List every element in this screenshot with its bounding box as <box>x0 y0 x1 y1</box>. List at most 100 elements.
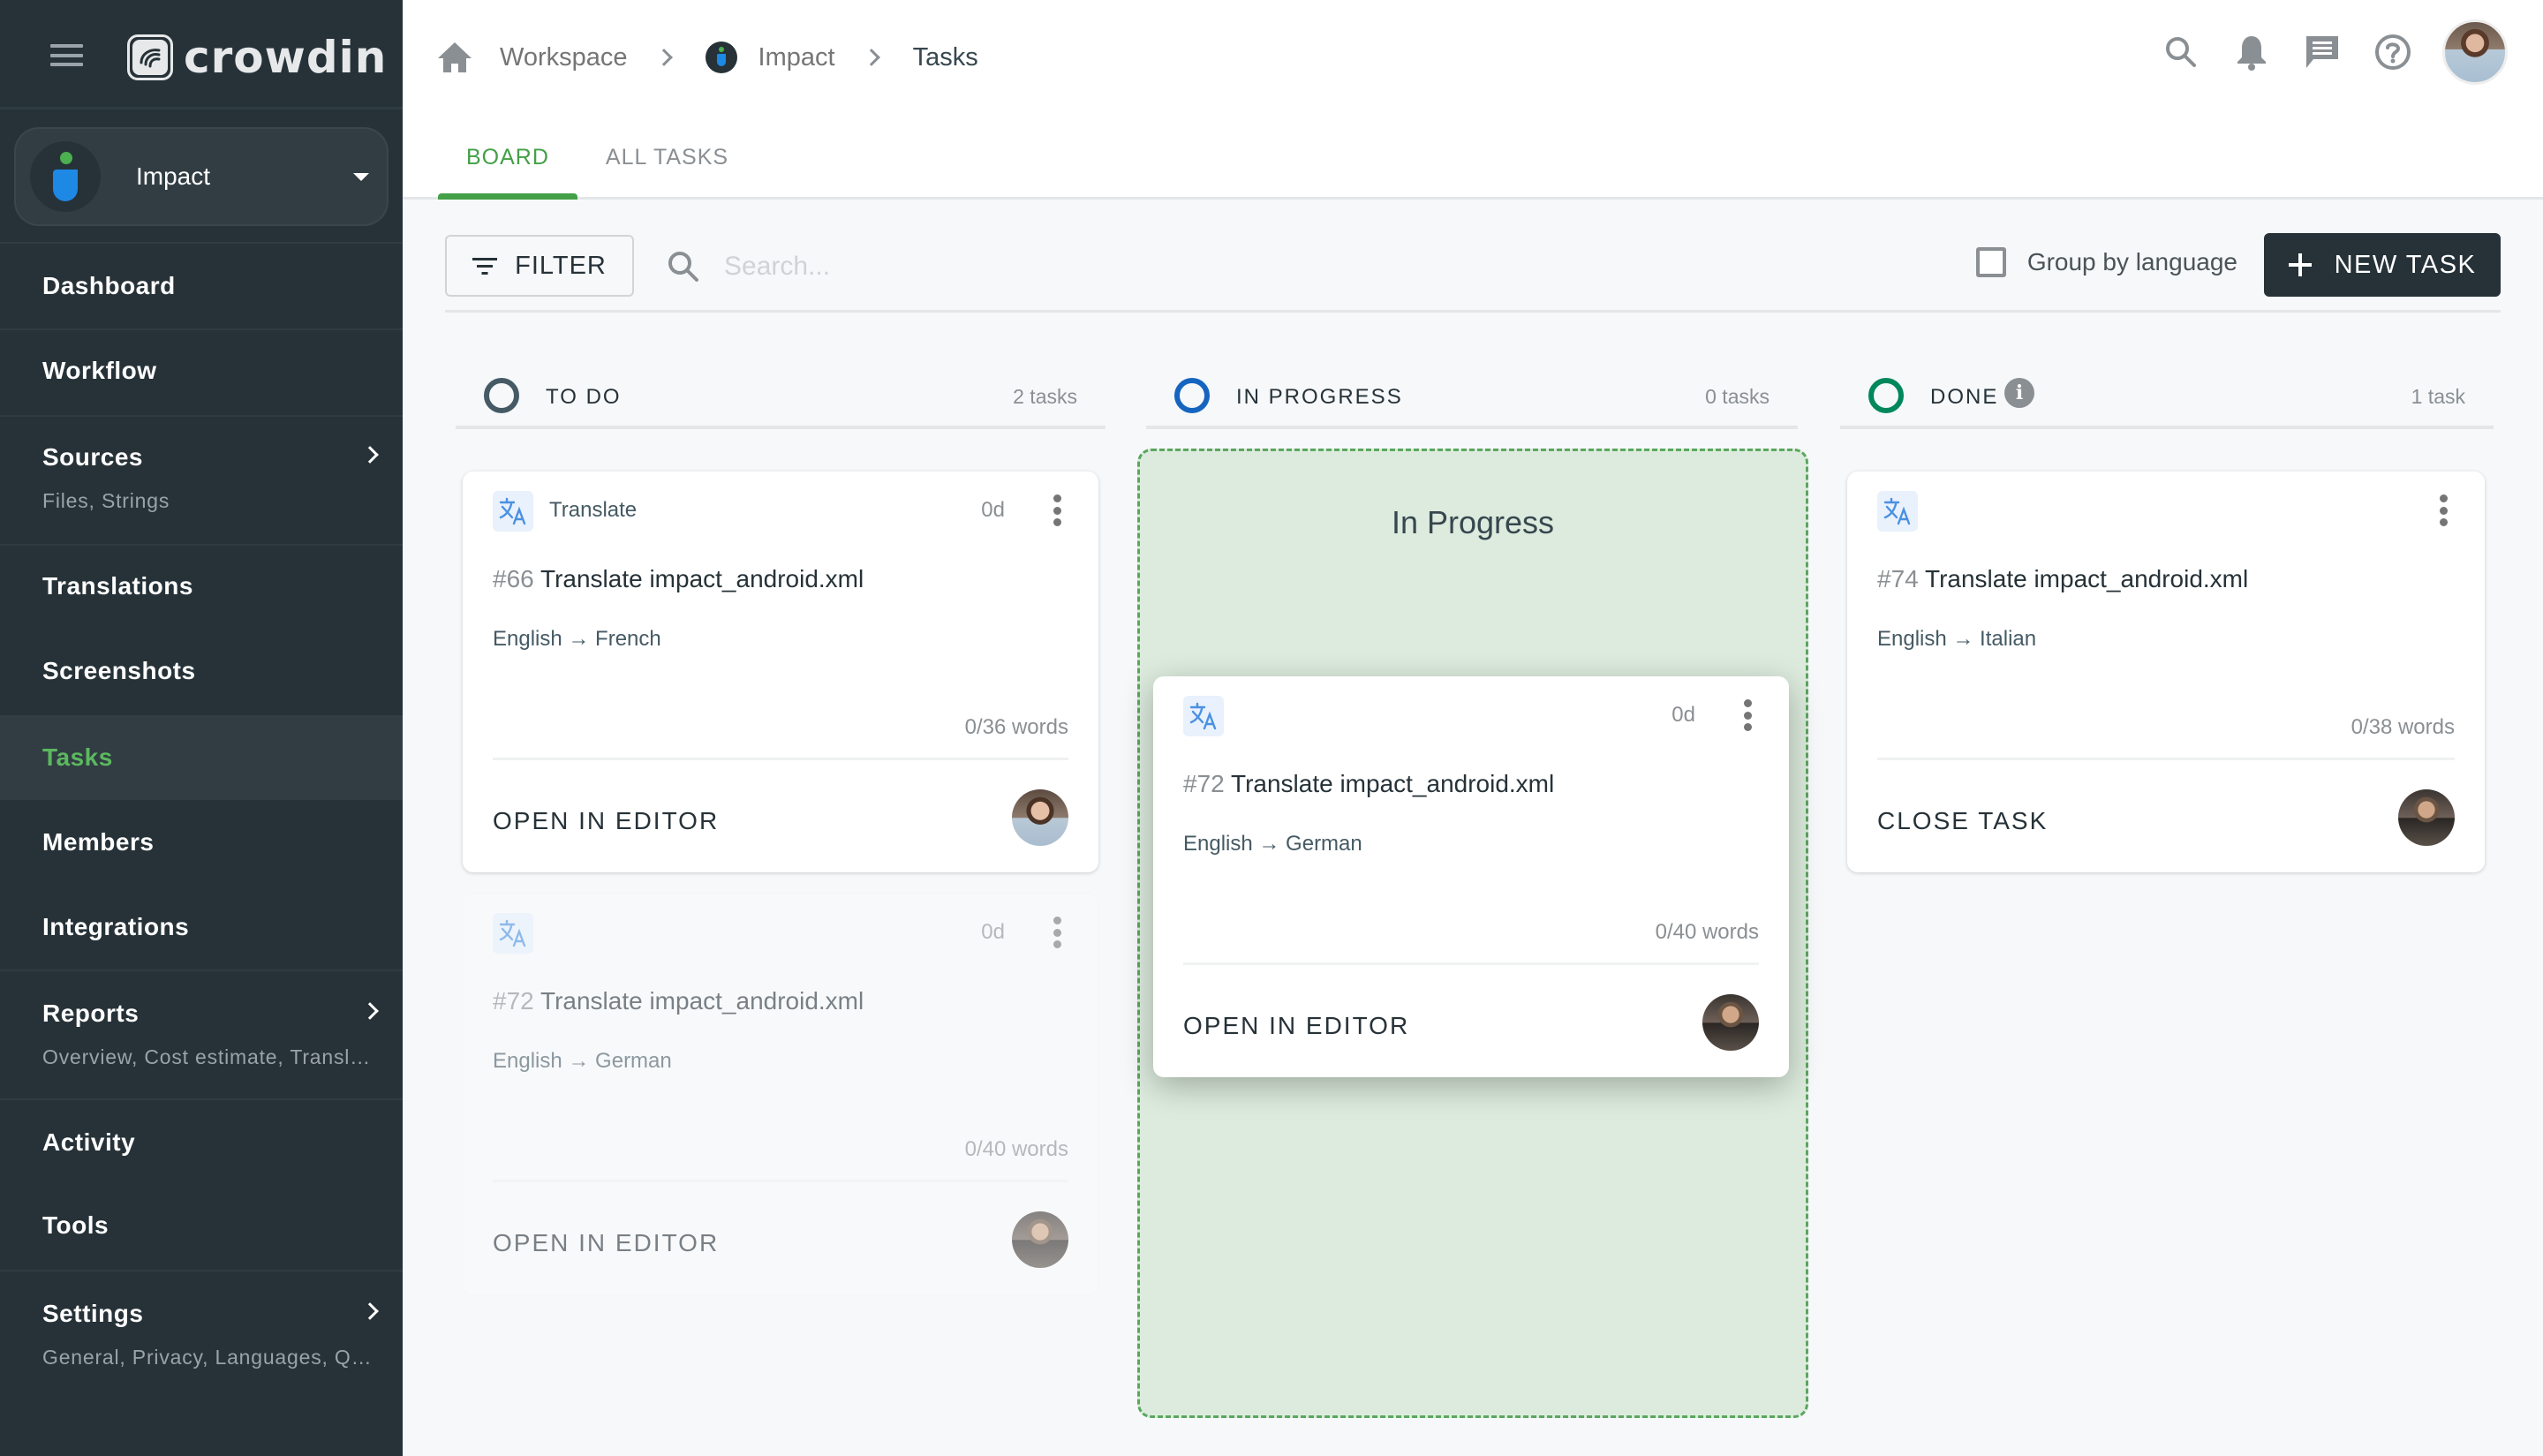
assignee-avatar[interactable] <box>2398 789 2455 846</box>
translate-icon <box>1183 696 1224 736</box>
sidebar-item-label: Tasks <box>42 743 113 771</box>
search-input[interactable] <box>724 240 1607 293</box>
group-by-language-label: Group by language <box>2026 248 2237 275</box>
user-avatar[interactable] <box>2442 19 2508 85</box>
translate-icon <box>493 491 533 532</box>
project-avatar <box>30 141 101 212</box>
sidebar-item-activity[interactable]: Activity <box>0 1100 403 1185</box>
breadcrumb-project[interactable]: Impact <box>758 43 835 72</box>
menu-icon[interactable] <box>50 44 83 66</box>
task-languages: English → Italian <box>1877 627 2037 651</box>
top-header: Workspace Impact Tasks BOARD ALL TASKS <box>403 0 2543 200</box>
sidebar-item-sources[interactable]: Sources Files, Strings <box>0 417 403 544</box>
tab-board[interactable]: BOARD <box>438 132 577 200</box>
sidebar-item-tasks[interactable]: Tasks <box>0 715 403 800</box>
more-vert-icon[interactable] <box>2439 494 2448 526</box>
sidebar-item-label: Translations <box>42 572 193 600</box>
divider <box>1183 962 1759 965</box>
task-languages: English → French <box>493 627 661 651</box>
more-vert-icon <box>1053 917 1061 948</box>
sidebar-item-label: Screenshots <box>42 657 196 684</box>
task-languages: English → German <box>1183 832 1362 856</box>
task-card[interactable]: #74 Translate impact_android.xml English… <box>1847 472 2485 872</box>
search-icon[interactable] <box>2160 31 2202 73</box>
breadcrumb-workspace[interactable]: Workspace <box>500 43 628 72</box>
assignee-avatar[interactable] <box>1702 994 1759 1051</box>
home-icon[interactable] <box>438 42 472 72</box>
task-word-count: 0/40 words <box>1655 920 1759 944</box>
column-header-in-progress: IN PROGRESS 0 tasks <box>1146 364 1798 429</box>
task-age: 0d <box>981 498 1005 522</box>
divider <box>493 758 1068 760</box>
task-card-dragging[interactable]: 0d #72 Translate impact_android.xml Engl… <box>1153 676 1789 1077</box>
more-vert-icon[interactable] <box>1053 494 1061 526</box>
sidebar-item-dashboard[interactable]: Dashboard <box>0 244 403 328</box>
column-header-todo: TO DO 2 tasks <box>456 364 1105 429</box>
breadcrumb-current: Tasks <box>912 42 978 72</box>
sidebar-item-settings[interactable]: Settings General, Privacy, Languages, Q… <box>0 1271 403 1399</box>
caret-down-icon <box>353 173 369 181</box>
task-title[interactable]: #72 Translate impact_android.xml <box>1183 770 1554 798</box>
assignee-avatar <box>1012 1211 1068 1268</box>
chevron-right-icon <box>361 446 379 464</box>
done-status-icon <box>1868 378 1904 413</box>
sidebar-item-reports[interactable]: Reports Overview, Cost estimate, Transl… <box>0 971 403 1098</box>
todo-status-icon <box>484 378 519 413</box>
new-task-button[interactable]: NEW TASK <box>2264 233 2501 297</box>
filter-label: FILTER <box>515 251 607 280</box>
sidebar-item-label: Reports <box>42 1000 140 1027</box>
project-selector[interactable]: Impact <box>14 127 389 226</box>
column-count: 1 task <box>2411 385 2465 408</box>
info-icon[interactable]: i <box>2004 378 2034 408</box>
open-in-editor-button[interactable]: OPEN IN EDITOR <box>1183 1012 1409 1040</box>
task-age: 0d <box>981 920 1005 944</box>
chevron-right-icon <box>862 49 880 66</box>
sidebar-item-members[interactable]: Members <box>0 800 403 885</box>
board-toolbar: FILTER Group by language NEW TASK <box>445 233 2501 313</box>
translate-icon <box>1877 491 1918 532</box>
task-title[interactable]: #74 Translate impact_android.xml <box>1877 565 2248 593</box>
filter-button[interactable]: FILTER <box>445 235 634 297</box>
task-number: #74 <box>1877 565 1919 592</box>
sidebar-item-sub: Files, Strings <box>42 489 170 512</box>
task-name: Translate impact_android.xml <box>1231 770 1555 797</box>
sidebar-item-label: Activity <box>42 1128 136 1156</box>
task-card[interactable]: Translate 0d #66 Translate impact_androi… <box>463 472 1098 872</box>
sidebar-item-screenshots[interactable]: Screenshots <box>0 630 403 715</box>
new-task-label: NEW TASK <box>2334 250 2477 279</box>
open-in-editor-button[interactable]: OPEN IN EDITOR <box>493 807 719 835</box>
sidebar-item-translations[interactable]: Translations <box>0 546 403 630</box>
assignee-avatar[interactable] <box>1012 789 1068 846</box>
sidebar-item-tools[interactable]: Tools <box>0 1185 403 1270</box>
crowdin-logo[interactable]: crowdin <box>127 32 387 83</box>
sidebar-item-sub: Overview, Cost estimate, Transl… <box>42 1045 371 1068</box>
close-task-button[interactable]: CLOSE TASK <box>1877 807 2048 835</box>
column-title: DONE <box>1930 385 1999 409</box>
sidebar-header: crowdin <box>0 0 403 109</box>
sidebar-item-integrations[interactable]: Integrations <box>0 885 403 969</box>
task-languages: English → German <box>493 1049 672 1073</box>
open-in-editor-button: OPEN IN EDITOR <box>493 1229 720 1256</box>
sidebar-item-label: Sources <box>42 443 143 471</box>
task-word-count: 0/36 words <box>964 715 1068 739</box>
task-title: #72 Translate impact_android.xml <box>493 987 864 1015</box>
task-title[interactable]: #66 Translate impact_android.xml <box>493 565 864 593</box>
chevron-right-icon <box>361 1302 379 1320</box>
task-word-count: 0/38 words <box>2351 715 2455 739</box>
bell-icon[interactable] <box>2230 31 2273 73</box>
column-title: TO DO <box>546 385 622 409</box>
chevron-right-icon <box>361 1002 379 1020</box>
column-header-done: DONE i 1 task <box>1840 364 2494 429</box>
more-vert-icon[interactable] <box>1743 699 1752 731</box>
sidebar-item-label: Workflow <box>42 357 157 384</box>
group-by-language-toggle[interactable]: Group by language <box>1975 247 2237 277</box>
tab-all-tasks[interactable]: ALL TASKS <box>577 132 757 197</box>
help-icon[interactable] <box>2372 31 2414 73</box>
group-by-language-checkbox[interactable] <box>1975 247 2006 277</box>
task-number: #72 <box>1183 770 1225 797</box>
brand-name: crowdin <box>184 32 388 83</box>
chat-icon[interactable] <box>2301 31 2343 73</box>
task-card-placeholder: 0d #72 Translate impact_android.xml Engl… <box>463 894 1098 1294</box>
sidebar-item-workflow[interactable]: Workflow <box>0 330 403 415</box>
task-name: Translate impact_android.xml <box>540 565 864 592</box>
